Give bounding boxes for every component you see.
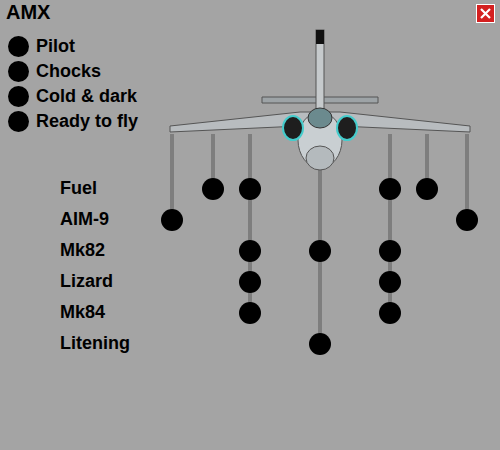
store-dot[interactable] [239, 271, 261, 293]
status-dot[interactable] [8, 86, 29, 107]
store-dot[interactable] [239, 240, 261, 262]
checklist-item[interactable]: Cold & dark [8, 84, 500, 109]
store-label: Lizard [0, 271, 161, 292]
checklist-label: Ready to fly [36, 111, 138, 132]
status-dot[interactable] [8, 36, 29, 57]
store-dot[interactable] [309, 240, 331, 262]
store-dot[interactable] [202, 178, 224, 200]
loadout-grid: Fuel AIM-9 Mk82 Lizard Mk84 Litening [0, 134, 500, 359]
store-dot[interactable] [379, 271, 401, 293]
checklist-label: Chocks [36, 61, 101, 82]
aircraft-icon [168, 28, 472, 173]
store-dot[interactable] [309, 333, 331, 355]
store-dot[interactable] [161, 209, 183, 231]
checklist-item[interactable]: Chocks [8, 59, 500, 84]
store-dot[interactable] [379, 302, 401, 324]
store-label: AIM-9 [0, 209, 161, 230]
store-dot[interactable] [379, 240, 401, 262]
pylon-line [170, 134, 174, 220]
store-label: Mk84 [0, 302, 161, 323]
status-dot[interactable] [8, 61, 29, 82]
store-dot[interactable] [379, 178, 401, 200]
close-icon[interactable] [476, 4, 495, 23]
checklist-item[interactable]: Pilot [8, 34, 500, 59]
store-dot[interactable] [239, 302, 261, 324]
store-label: Mk82 [0, 240, 161, 261]
checklist-label: Pilot [36, 36, 75, 57]
loadout-window: AMX Pilot Chocks Cold & dark Ready to fl… [0, 0, 500, 450]
window-title: AMX [6, 1, 50, 24]
store-dot[interactable] [239, 178, 261, 200]
store-label: Litening [0, 333, 161, 354]
store-label: Fuel [0, 178, 161, 199]
pylon-line [465, 134, 469, 220]
checklist-label: Cold & dark [36, 86, 137, 107]
status-dot[interactable] [8, 111, 29, 132]
store-dot[interactable] [416, 178, 438, 200]
store-dot[interactable] [456, 209, 478, 231]
title-bar: AMX [0, 0, 500, 24]
